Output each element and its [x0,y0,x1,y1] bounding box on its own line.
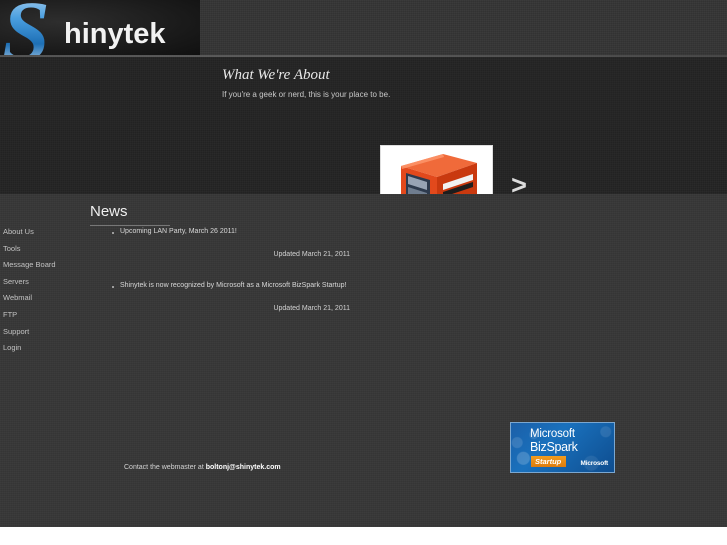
hero-subtitle: If you're a geek or nerd, this is your p… [222,90,391,99]
news-item: Shinytek is now recognized by Microsoft … [112,280,532,312]
webmaster-email-link[interactable]: boltonj@shinytek.com [206,464,281,471]
bullet-icon [112,232,114,234]
sidebar-item-support[interactable]: Support [0,324,86,341]
news-list: Upcoming LAN Party, March 26 2011! Updat… [112,226,532,334]
sidebar-item-ftp[interactable]: FTP [0,307,86,324]
hero-title: What We're About [222,67,330,83]
news-item-text: Shinytek is now recognized by Microsoft … [120,282,347,289]
news-item-text: Upcoming LAN Party, March 26 2011! [120,228,237,235]
microsoft-corner-logo: Microsoft [580,460,609,467]
sidebar-item-servers[interactable]: Servers [0,274,86,291]
webmaster-contact: Contact the webmaster at boltonj@shinyte… [124,464,281,471]
news-heading: News [90,203,128,220]
logo-wordmark: hinytek [64,18,166,50]
news-item-updated: Updated March 21, 2011 [273,251,350,258]
contact-prefix-text: Contact the webmaster at [124,464,206,471]
news-item: Upcoming LAN Party, March 26 2011! Updat… [112,226,532,258]
sidebar-nav: About Us Tools Message Board Servers Web… [0,224,86,357]
sidebar-item-webmail[interactable]: Webmail [0,290,86,307]
news-item-updated: Updated March 21, 2011 [273,305,350,312]
microsoft-bizspark-startup-badge[interactable]: Microsoft BizSpark Startup Microsoft [510,422,615,473]
bizspark-startup-tag: Startup [531,456,567,467]
sidebar-item-about-us[interactable]: About Us [0,224,86,241]
site-header: S hinytek [0,0,727,57]
sidebar-item-tools[interactable]: Tools [0,241,86,258]
sidebar-item-login[interactable]: Login [0,340,86,357]
main-content-area: About Us Tools Message Board Servers Web… [0,194,727,527]
bizspark-line-bizspark: BizSpark [530,440,578,454]
page-root: S hinytek What We're About If you're a g… [0,0,727,545]
site-logo[interactable]: S hinytek [0,0,200,55]
sidebar-item-message-board[interactable]: Message Board [0,257,86,274]
hero-banner: What We're About If you're a geek or ner… [0,57,727,224]
logo-letter-s: S [2,0,50,55]
bullet-icon [112,286,114,288]
bizspark-line-microsoft: Microsoft [530,428,575,440]
